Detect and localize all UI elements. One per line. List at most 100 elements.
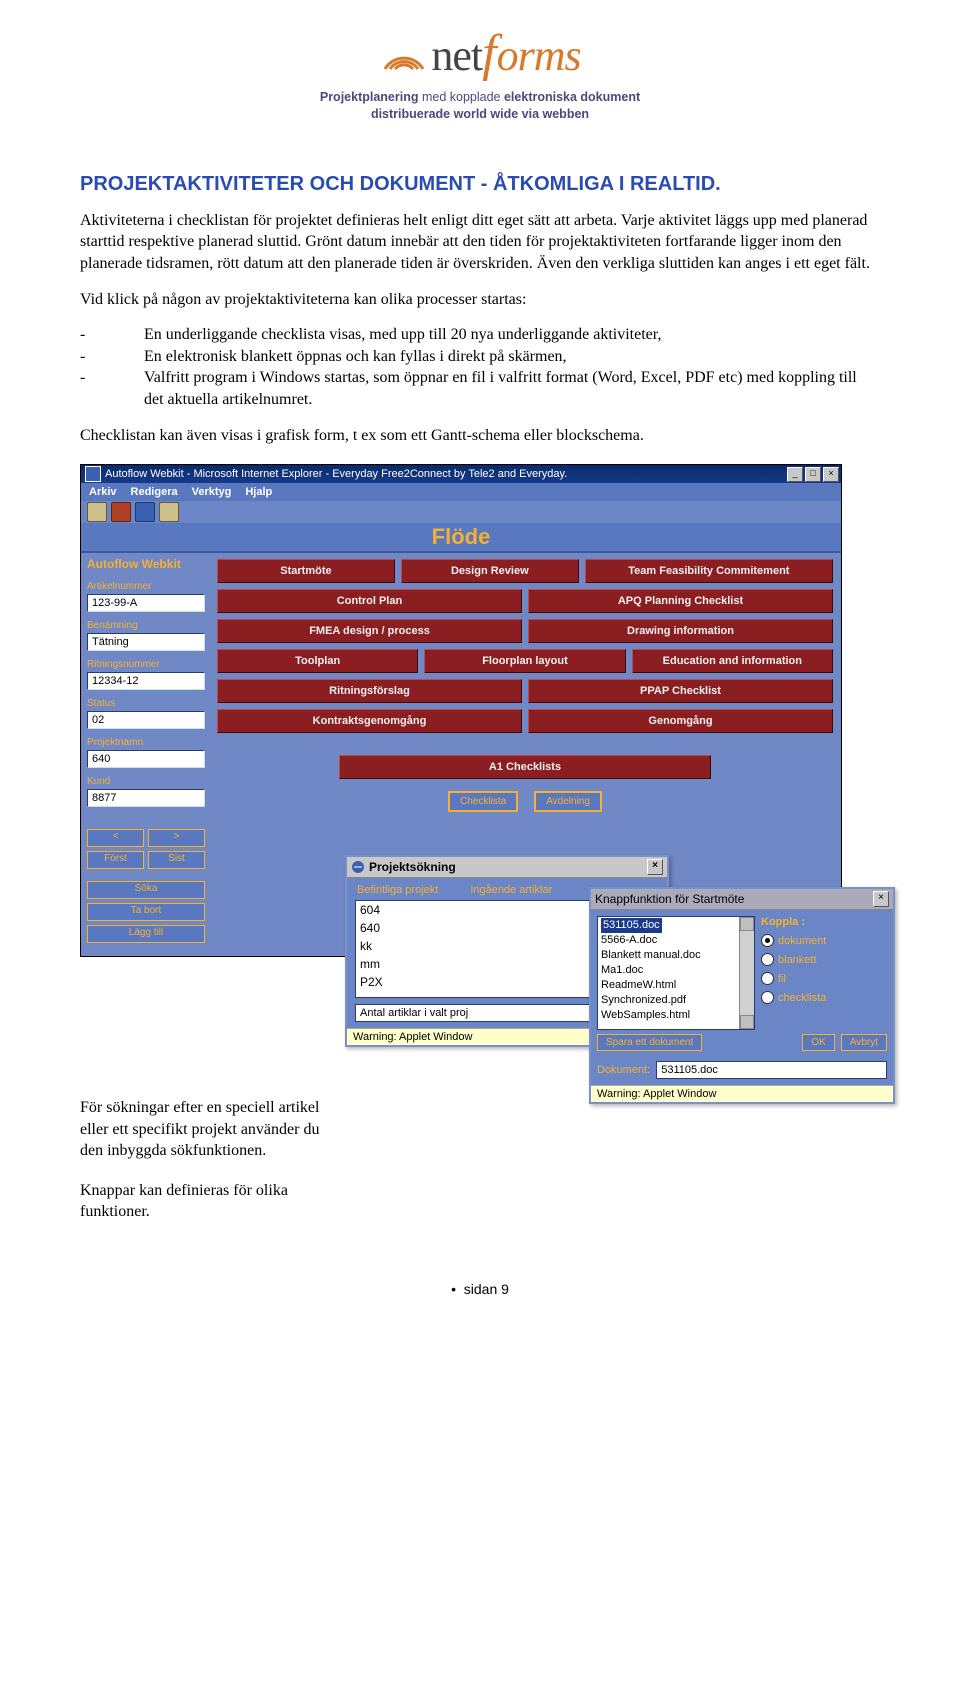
bullet-list: -En underliggande checklista visas, med … xyxy=(80,324,880,410)
field-label-status: Status xyxy=(87,698,205,709)
applet-warning-2: Warning: Applet Window xyxy=(591,1085,893,1102)
tab-ingaende[interactable]: Ingående artiklar xyxy=(470,884,552,896)
menu-verktyg[interactable]: Verktyg xyxy=(192,486,232,498)
scrollbar[interactable] xyxy=(739,917,754,1029)
list-item[interactable]: 5566-A.doc xyxy=(601,933,751,948)
flow-apq[interactable]: APQ Planning Checklist xyxy=(528,589,833,613)
radio-dokument[interactable] xyxy=(761,934,774,947)
flow-fmea[interactable]: FMEA design / process xyxy=(217,619,522,643)
file-list[interactable]: 531105.doc 5566-A.doc Blankett manual.do… xyxy=(597,916,755,1030)
ie-icon xyxy=(351,860,365,874)
logo-arcs-icon xyxy=(379,29,429,79)
app-icon xyxy=(85,466,101,482)
toolbar-icon-4[interactable] xyxy=(159,502,179,522)
list-item[interactable]: ReadmeW.html xyxy=(601,978,751,993)
field-label-projektnamn: Projektnamn xyxy=(87,737,205,748)
bottom-avdelning-button[interactable]: Avdelning xyxy=(534,791,602,812)
close-button[interactable]: × xyxy=(823,467,839,482)
dialog-search-close[interactable]: × xyxy=(647,859,663,875)
app-window: Autoflow Webkit - Microsoft Internet Exp… xyxy=(80,464,842,957)
action-laggtill[interactable]: Lägg till xyxy=(87,925,205,943)
bullet-3: Valfritt program i Windows startas, som … xyxy=(144,367,880,410)
field-label-ritningsnummer: Ritningsnummer xyxy=(87,659,205,670)
toolbar-icon-1[interactable] xyxy=(87,502,107,522)
field-kund[interactable]: 8877 xyxy=(87,789,205,807)
lower-paragraph-1: För sökningar efter en speciell artikel … xyxy=(80,1097,340,1162)
page-footer: • sidan 9 xyxy=(80,1281,880,1297)
lower-paragraph-2: Knappar kan definieras för olika funktio… xyxy=(80,1180,340,1223)
list-item[interactable]: Ma1.doc xyxy=(601,963,751,978)
maximize-button[interactable]: □ xyxy=(805,467,821,482)
flow-ritningsforslag[interactable]: Ritningsförslag xyxy=(217,679,522,703)
tagline: Projektplanering med kopplade elektronis… xyxy=(80,89,880,123)
dialog-search-title: Projektsökning xyxy=(369,860,456,874)
dialog-knapp-title: Knappfunktion för Startmöte xyxy=(595,892,744,906)
toolbar xyxy=(81,501,841,523)
action-soka[interactable]: Söka xyxy=(87,881,205,899)
nav-prev-button[interactable]: < xyxy=(87,829,144,847)
action-tabort[interactable]: Ta bort xyxy=(87,903,205,921)
paragraph-2: Vid klick på någon av projektaktiviteter… xyxy=(80,289,880,311)
flow-label: Flöde xyxy=(432,524,491,550)
field-benamning[interactable]: Tätning xyxy=(87,633,205,651)
field-label-artikelnummer: Artikelnummer xyxy=(87,581,205,592)
spara-button[interactable]: Spara ett dokument xyxy=(597,1034,702,1051)
flow-floorplan[interactable]: Floorplan layout xyxy=(424,649,625,673)
flow-control-plan[interactable]: Control Plan xyxy=(217,589,522,613)
list-item[interactable]: Synchronized.pdf xyxy=(601,993,751,1008)
ok-button[interactable]: OK xyxy=(802,1034,834,1051)
field-label-kund: Kund xyxy=(87,776,205,787)
field-artikelnummer[interactable]: 123-99-A xyxy=(87,594,205,612)
flow-a1-checklists[interactable]: A1 Checklists xyxy=(339,755,711,779)
logo: netforms xyxy=(80,24,880,83)
flow-header: Flöde xyxy=(81,523,841,553)
radio-checklista[interactable] xyxy=(761,991,774,1004)
flow-ppap[interactable]: PPAP Checklist xyxy=(528,679,833,703)
dialog-knapp-close[interactable]: × xyxy=(873,891,889,907)
menubar: Arkiv Redigera Verktyg Hjalp xyxy=(81,483,841,501)
flow-team-feasibility[interactable]: Team Feasibility Commitement xyxy=(585,559,833,583)
nav-last-button[interactable]: Sist xyxy=(148,851,205,869)
nav-next-button[interactable]: > xyxy=(148,829,205,847)
dialog-knappfunktion: Knappfunktion för Startmöte × 531105.doc… xyxy=(589,887,895,1104)
flow-kontraktsgenomgang[interactable]: Kontraktsgenomgång xyxy=(217,709,522,733)
list-item[interactable]: 531105.doc xyxy=(601,918,662,933)
toolbar-icon-3[interactable] xyxy=(135,502,155,522)
nav-first-button[interactable]: Först xyxy=(87,851,144,869)
flow-drawing-info[interactable]: Drawing information xyxy=(528,619,833,643)
koppla-label: Koppla : xyxy=(761,916,887,928)
field-projektnamn[interactable]: 640 xyxy=(87,750,205,768)
sidebar-title: Autoflow Webkit xyxy=(87,557,205,571)
window-title: Autoflow Webkit - Microsoft Internet Exp… xyxy=(105,468,787,480)
menu-hjalp[interactable]: Hjalp xyxy=(245,486,272,498)
window-titlebar: Autoflow Webkit - Microsoft Internet Exp… xyxy=(81,465,841,483)
radio-blankett[interactable] xyxy=(761,953,774,966)
list-item[interactable]: Blankett manual.doc xyxy=(601,948,751,963)
menu-arkiv[interactable]: Arkiv xyxy=(89,486,117,498)
list-item[interactable]: WebSamples.html xyxy=(601,1008,751,1023)
tab-befintliga[interactable]: Befintliga projekt xyxy=(357,884,438,896)
field-ritningsnummer[interactable]: 12334-12 xyxy=(87,672,205,690)
flow-startmote[interactable]: Startmöte xyxy=(217,559,395,583)
minimize-button[interactable]: _ xyxy=(787,467,803,482)
flow-education[interactable]: Education and information xyxy=(632,649,833,673)
toolbar-icon-2[interactable] xyxy=(111,502,131,522)
avbryt-button[interactable]: Avbryt xyxy=(841,1034,887,1051)
bullet-1: En underliggande checklista visas, med u… xyxy=(144,324,880,346)
bottom-checklista-button[interactable]: Checklista xyxy=(448,791,518,812)
logo-text-forms: orms xyxy=(497,30,581,81)
radio-fil[interactable] xyxy=(761,972,774,985)
flow-genomgang[interactable]: Genomgång xyxy=(528,709,833,733)
field-label-benamning: Benämning xyxy=(87,620,205,631)
flow-design-review[interactable]: Design Review xyxy=(401,559,579,583)
bullet-2: En elektronisk blankett öppnas och kan f… xyxy=(144,346,880,368)
paragraph-1: Aktiviteterna i checklistan för projekte… xyxy=(80,210,880,275)
menu-redigera[interactable]: Redigera xyxy=(131,486,178,498)
sidebar: Autoflow Webkit Artikelnummer 123-99-A B… xyxy=(81,553,211,956)
flow-toolplan[interactable]: Toolplan xyxy=(217,649,418,673)
logo-text-net: net xyxy=(431,30,482,81)
doc-field[interactable]: 531105.doc xyxy=(656,1061,887,1079)
doc-label: Dokument: xyxy=(597,1064,650,1076)
paragraph-3: Checklistan kan även visas i grafisk for… xyxy=(80,425,880,447)
field-status[interactable]: 02 xyxy=(87,711,205,729)
